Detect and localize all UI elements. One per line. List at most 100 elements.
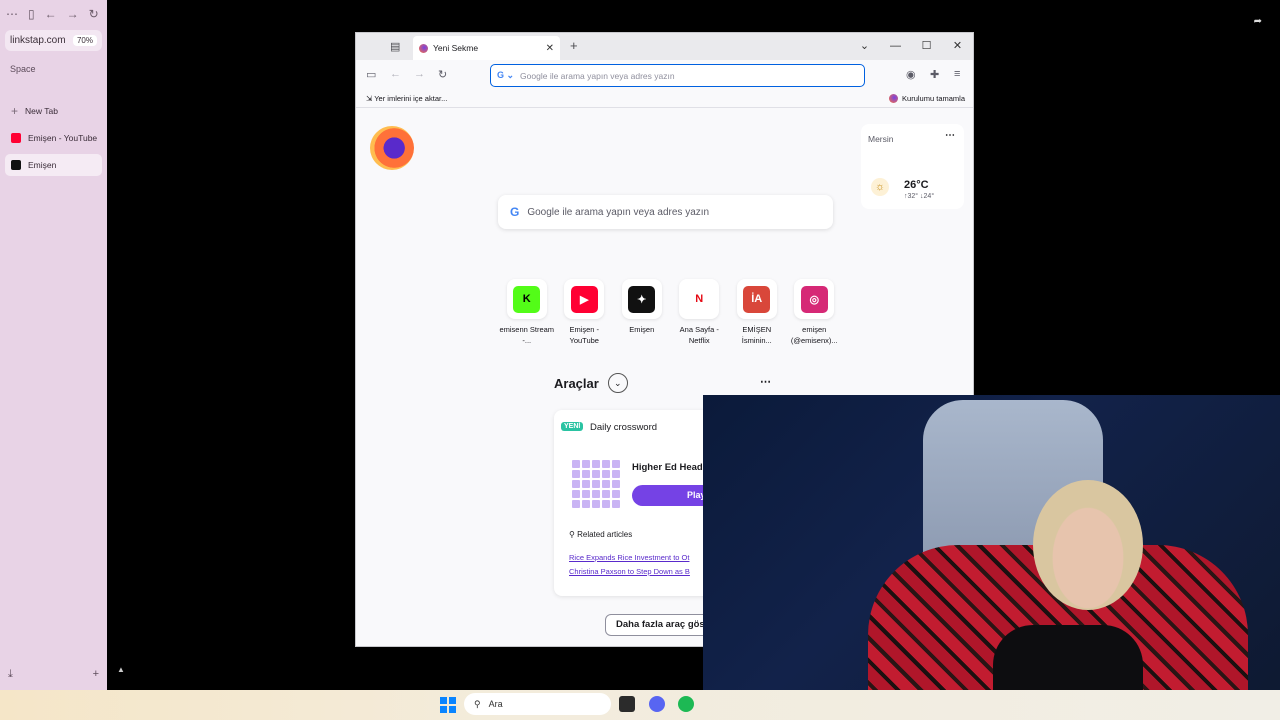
shortcut-icon-tile[interactable]: ✦ <box>621 279 662 319</box>
menu-icon[interactable]: ≡ <box>954 68 960 80</box>
window-controls: ⌄ — ☐ ✕ <box>849 33 973 60</box>
puzzle-title: Higher Ed Head <box>632 462 703 473</box>
space-label: Space <box>10 64 36 74</box>
sidebar-item-emisen[interactable]: Emişen <box>5 154 102 176</box>
file-explorer-icon[interactable] <box>619 696 635 712</box>
caret-up-icon[interactable]: ▲ <box>117 665 125 674</box>
zoom-badge[interactable]: 70% <box>72 35 97 46</box>
tab-list-icon[interactable]: ▤ <box>390 40 400 53</box>
more-icon[interactable]: ⋯ <box>6 7 18 21</box>
google-icon[interactable]: G ⌄ <box>497 70 514 81</box>
kick-icon: K <box>513 285 541 313</box>
person-head <box>1033 480 1143 610</box>
search-placeholder: Google ile arama yapın veya adres yazın <box>527 206 710 218</box>
reload-icon[interactable]: ↻ <box>438 68 447 81</box>
shortcut-tile[interactable]: N Ana Sayfa - Netflix <box>671 279 729 346</box>
shortcut-tile[interactable]: K emisenn Stream -... <box>498 279 556 346</box>
article-link[interactable]: Christina Paxson to Step Down as B <box>569 567 690 576</box>
linkstap-icon <box>11 160 21 170</box>
sun-icon: ☼ <box>871 178 889 196</box>
account-icon[interactable]: ◉ <box>906 68 916 81</box>
card-title: Daily crossword <box>590 422 658 433</box>
add-icon[interactable]: + <box>93 668 99 681</box>
sidebar-icon[interactable]: ▭ <box>366 68 376 81</box>
more-icon[interactable]: ⋯ <box>945 130 955 141</box>
shortcut-icon-tile[interactable]: ◎ <box>794 279 835 319</box>
shortcuts-grid: K emisenn Stream -... ▶ Emişen - YouTube… <box>498 279 843 346</box>
weather-widget[interactable]: Mersin ⋯ ☼ 26°C ↑32° ↓24° <box>861 124 964 209</box>
shortcut-icon-tile[interactable]: K <box>506 279 547 319</box>
sidebar-item-label: Emişen - YouTube <box>28 133 98 143</box>
linkstap-icon: ✦ <box>628 285 656 313</box>
sidebar-item-youtube[interactable]: Emişen - YouTube <box>5 127 102 149</box>
discord-icon[interactable] <box>649 696 665 712</box>
back-icon[interactable]: ← <box>45 7 57 21</box>
article-link[interactable]: Rice Expands Rice Investment to Ot <box>569 553 689 562</box>
maximize-icon[interactable]: ☐ <box>911 33 942 60</box>
crossword-card[interactable]: YENİ Daily crossword Higher Ed Head Play… <box>554 410 714 596</box>
shortcut-tile[interactable]: İA EMİŞEN İsminin... <box>728 279 786 346</box>
back-icon[interactable]: ← <box>390 68 401 80</box>
finish-setup-link[interactable]: Kurulumu tamamla <box>889 94 965 103</box>
url-bar[interactable]: G ⌄ Google ile arama yapın veya adres ya… <box>490 64 865 87</box>
youtube-icon: ▶ <box>570 285 598 313</box>
tab-bar: ▤ Yeni Sekme ✕ + ⌄ — ☐ ✕ <box>356 33 973 60</box>
related-articles-label: ⚲ Related articles <box>569 530 633 539</box>
youtube-icon <box>11 133 21 143</box>
taskbar <box>0 690 1280 720</box>
extensions-icon[interactable]: ✚ <box>930 68 939 81</box>
close-tab-icon[interactable]: ✕ <box>546 43 554 54</box>
reload-icon[interactable]: ↻ <box>89 7 99 21</box>
weather-temp: 26°C <box>904 179 929 191</box>
sidebar-item-label: Emişen <box>28 160 57 170</box>
minimize-icon[interactable]: — <box>880 33 911 60</box>
new-badge: YENİ <box>561 422 584 431</box>
url-placeholder: Google ile arama yapın veya adres yazın <box>520 70 675 81</box>
forward-icon[interactable]: → <box>67 7 79 21</box>
tools-header: Araçlar ⌄ <box>554 373 628 393</box>
weather-high-low: ↑32° ↓24° <box>904 193 935 200</box>
firefox-logo-icon <box>370 126 414 170</box>
shortcut-label: Emişen - YouTube <box>569 325 600 345</box>
taskbar-search[interactable]: ⚲ Ara <box>464 693 611 715</box>
sidebar-toggle-icon[interactable]: ▯ <box>28 7 35 21</box>
shortcut-label: emisenn Stream -... <box>499 325 555 345</box>
play-button[interactable]: Play <box>632 485 714 506</box>
ia-icon: İA <box>743 285 771 313</box>
tab-title: Yeni Sekme <box>433 43 479 53</box>
shortcut-icon-tile[interactable]: ▶ <box>564 279 605 319</box>
download-icon[interactable]: ⤓ <box>8 668 13 681</box>
sidebar-toolbar: ⋯ ▯ ← → ↻ <box>6 6 101 22</box>
more-tools-button[interactable]: Daha fazla araç gös <box>605 614 716 636</box>
more-icon[interactable]: ⋯ <box>760 375 771 388</box>
shortcut-tile[interactable]: ◎ emişen (@emisenx)... <box>786 279 844 346</box>
shortcut-icon-tile[interactable]: N <box>679 279 720 319</box>
new-tab-button[interactable]: + <box>570 38 578 53</box>
import-bookmarks-link[interactable]: ⇲ Yer imlerini içe aktar... <box>366 94 447 103</box>
google-icon: G <box>510 205 520 219</box>
sidebar-item-new-tab[interactable]: + New Tab <box>5 100 102 122</box>
share-icon[interactable]: ➦ <box>1254 16 1262 27</box>
netflix-icon: N <box>685 285 713 313</box>
chevron-down-icon[interactable]: ⌄ <box>607 373 628 393</box>
close-window-icon[interactable]: ✕ <box>942 33 973 60</box>
tab-list-dropdown-icon[interactable]: ⌄ <box>849 33 880 60</box>
sidebar-url: linkstap.com <box>10 35 66 46</box>
shortcut-icon-tile[interactable]: İA <box>736 279 777 319</box>
nav-bar: ▭ ← → ↻ G ⌄ Google ile arama yapın veya … <box>356 60 973 90</box>
tab-new-tab[interactable]: Yeni Sekme ✕ <box>413 36 560 60</box>
shortcut-label: Ana Sayfa - Netflix <box>679 325 719 345</box>
webcam-overlay <box>703 395 1280 720</box>
search-input[interactable]: G Google ile arama yapın veya adres yazı… <box>498 195 833 229</box>
sidebar-url-bar[interactable]: linkstap.com 70% <box>5 30 102 51</box>
shortcut-tile[interactable]: ▶ Emişen - YouTube <box>556 279 614 346</box>
forward-icon[interactable]: → <box>414 68 425 80</box>
firefox-icon <box>889 94 899 103</box>
windows-start-icon[interactable] <box>440 697 456 713</box>
shortcut-tile[interactable]: ✦ Emişen <box>613 279 671 346</box>
crossword-grid-icon <box>572 460 620 508</box>
spotify-icon[interactable] <box>678 696 694 712</box>
tools-title: Araçlar <box>554 375 599 391</box>
taskbar-search-label: Ara <box>488 699 503 709</box>
weather-city: Mersin <box>868 134 894 144</box>
